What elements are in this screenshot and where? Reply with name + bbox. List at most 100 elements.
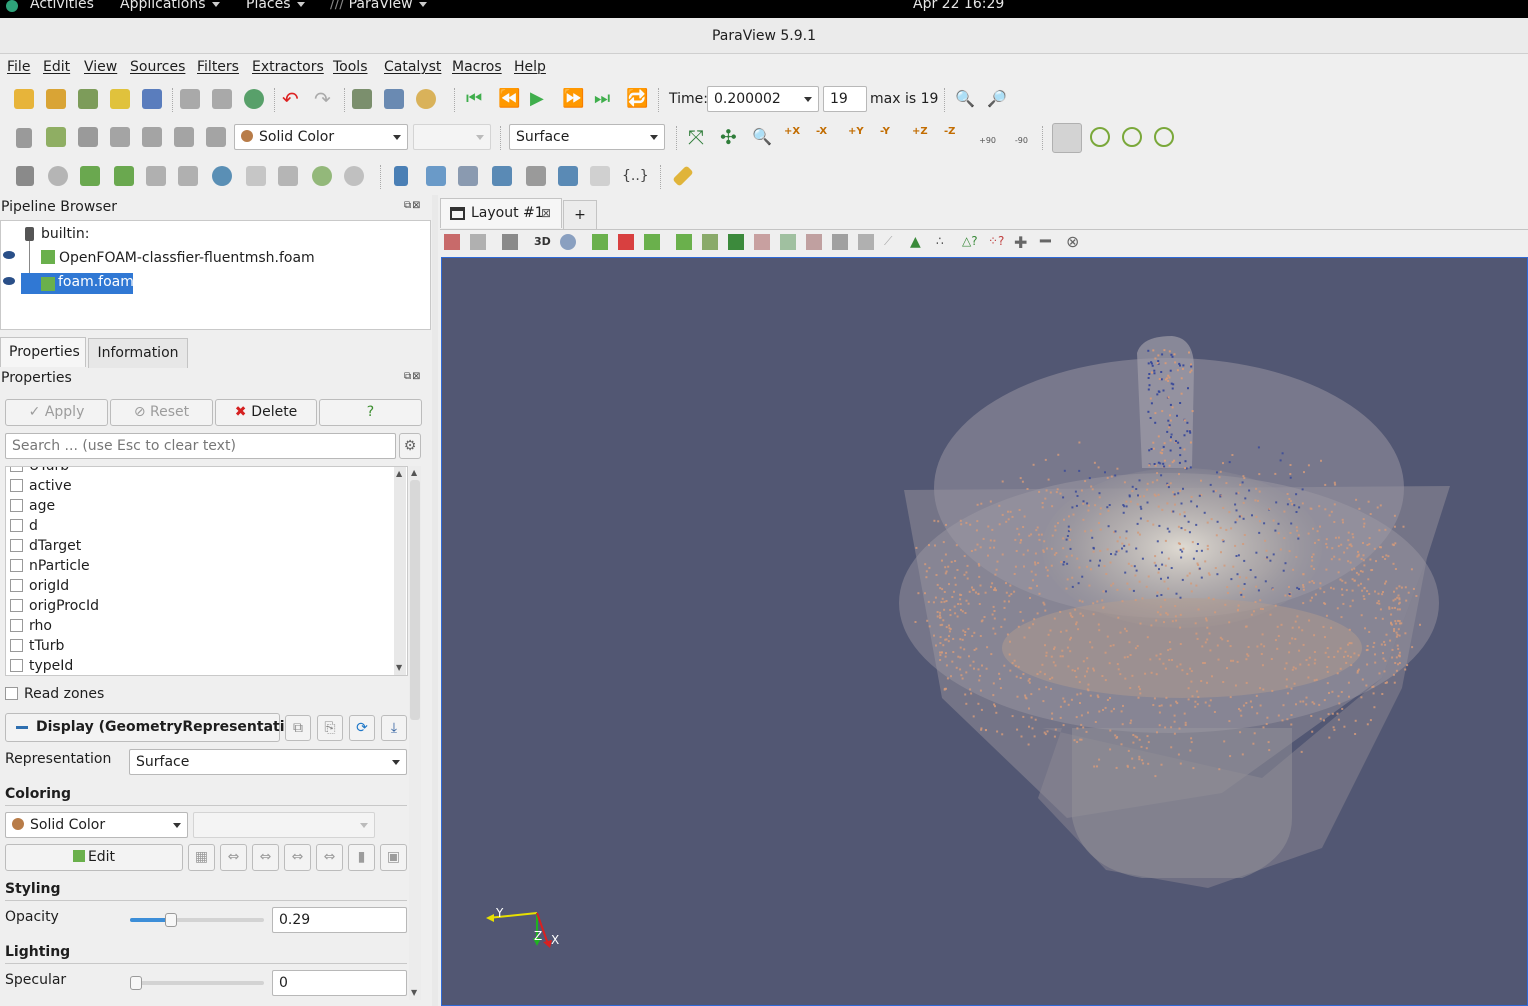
reset-camera-icon[interactable]: ⤧ [688, 127, 708, 147]
pick-center-icon[interactable] [1122, 127, 1142, 147]
hover-points-icon[interactable] [780, 234, 796, 250]
play-icon[interactable]: ▶ [530, 89, 550, 109]
help-button[interactable]: ? [319, 399, 422, 426]
grow-selection-icon[interactable] [832, 234, 848, 250]
list-item[interactable]: origId [10, 576, 69, 596]
extract-selection-icon[interactable]: ▲ [910, 234, 926, 250]
mesh-quality-icon[interactable] [590, 166, 610, 186]
coloring-combo[interactable]: Solid Color [234, 124, 408, 150]
display-section-toggle[interactable]: Display (GeometryRepresentation [5, 713, 304, 742]
view-minus-x-icon[interactable]: -X [816, 127, 836, 147]
copy-properties-icon[interactable]: ⧉ [285, 715, 311, 741]
add-layout-tab[interactable]: + [563, 200, 597, 230]
clip-icon[interactable] [80, 166, 100, 186]
rendered-geometry[interactable]: Y Z X [442, 258, 1528, 1006]
read-zones-checkbox[interactable]: Read zones [5, 686, 104, 702]
warp-by-vector-icon[interactable] [278, 166, 298, 186]
stream-tracer-icon[interactable] [246, 166, 266, 186]
clock[interactable]: Apr 22 16:29 [913, 0, 1004, 11]
pipeline-item-builtin[interactable]: builtin: [41, 226, 90, 242]
restore-defaults-icon[interactable]: ⟳ [349, 715, 375, 741]
glyph-icon[interactable] [212, 166, 232, 186]
view-minus-y-icon[interactable]: -Y [880, 127, 900, 147]
toggle-legend-icon[interactable]: ▦ [188, 844, 215, 871]
menu-tools[interactable]: Tools [333, 59, 368, 75]
python-script-icon[interactable]: {..} [622, 166, 649, 186]
split-vertical-icon[interactable] [470, 234, 486, 250]
edit-color-button[interactable]: Edit [5, 844, 183, 871]
tab-layout-1[interactable]: Layout #1 ⊠ [440, 198, 562, 228]
checkbox-icon[interactable] [10, 519, 23, 532]
view-minus-z-icon[interactable]: -Z [944, 127, 964, 147]
python-calculator-icon[interactable] [526, 166, 546, 186]
slice-icon[interactable] [114, 166, 134, 186]
list-item[interactable]: rho [10, 616, 52, 636]
remove-icon[interactable]: ━ [1040, 231, 1056, 252]
reset-button[interactable]: ⊘ Reset [110, 399, 213, 426]
zoom-to-data-icon[interactable]: 🔍 [955, 89, 975, 109]
representation-combo[interactable]: Surface [509, 124, 665, 150]
edit-color-map-icon[interactable] [46, 127, 66, 147]
shrink-selection-icon[interactable] [858, 234, 874, 250]
plot-data-over-time-icon[interactable] [492, 166, 512, 186]
auto-apply-icon[interactable] [244, 89, 264, 109]
time-value-combo[interactable]: 0.200002 [707, 86, 819, 112]
zoom-to-box-icon[interactable] [560, 234, 576, 250]
rotate-plus-90-icon[interactable]: +90 [976, 127, 996, 147]
checkbox-icon[interactable] [10, 659, 23, 672]
properties-dock-buttons[interactable]: ⧉⊠ [404, 371, 422, 382]
checkbox-icon[interactable] [10, 499, 23, 512]
extract-level-icon[interactable] [344, 166, 364, 186]
checkbox-icon[interactable] [10, 539, 23, 552]
applications-menu[interactable]: Applications [120, 0, 220, 11]
delete-button[interactable]: ✖ Delete [215, 399, 317, 426]
color-palette-icon[interactable] [416, 89, 436, 109]
coloring-select[interactable]: Solid Color [5, 812, 188, 838]
select-cells-frustum-icon[interactable] [644, 234, 660, 250]
zoom-to-box-icon[interactable]: 🔍 [752, 127, 772, 147]
clear-selection-icon[interactable]: ⟋ [884, 234, 900, 250]
rescale-custom-range-icon[interactable]: ⇔ [252, 844, 279, 871]
specular-slider[interactable] [130, 981, 264, 985]
toggle-color-legend-icon[interactable] [16, 128, 32, 148]
list-item[interactable]: nParticle [10, 556, 90, 576]
pipeline-item-openfoam[interactable]: OpenFOAM-classfier-fluentmsh.foam [59, 250, 315, 266]
view-plus-y-icon[interactable]: +Y [848, 127, 868, 147]
checkbox-icon[interactable] [10, 579, 23, 592]
select-points-on-icon[interactable] [618, 234, 634, 250]
scroll-thumb[interactable] [410, 480, 420, 720]
rescale-data-range-icon[interactable]: ⇔ [220, 844, 247, 871]
paste-properties-icon[interactable]: ⎘ [317, 715, 343, 741]
open-recent-icon[interactable] [46, 89, 66, 109]
calculator-icon[interactable] [16, 166, 34, 186]
activities-button[interactable]: Activities [30, 0, 94, 11]
time-step-spinbox[interactable]: 19 [823, 86, 867, 112]
representation-select[interactable]: Surface [129, 749, 407, 775]
close-tab-icon[interactable]: ⊠ [541, 199, 551, 227]
ruler-icon[interactable] [672, 165, 694, 187]
contour-icon[interactable] [48, 166, 68, 186]
list-item[interactable]: d [10, 516, 38, 536]
opacity-slider-handle[interactable] [165, 913, 178, 927]
checkbox-icon[interactable] [10, 599, 23, 612]
last-frame-icon[interactable]: ⏭ [594, 89, 614, 109]
interactive-select-icon[interactable] [754, 234, 770, 250]
previous-frame-icon[interactable]: ⏪ [498, 89, 520, 109]
plot-over-line-icon[interactable] [394, 166, 408, 186]
advanced-properties-gear-icon[interactable]: ⚙ [399, 433, 421, 459]
list-item[interactable]: UTurb [10, 467, 69, 476]
open-file-icon[interactable] [14, 89, 34, 109]
select-cells-on-icon[interactable] [592, 234, 608, 250]
center-axes-visibility-icon[interactable] [1090, 127, 1110, 147]
next-frame-icon[interactable]: ⏩ [562, 89, 584, 109]
save-defaults-icon[interactable]: ⤓ [381, 715, 407, 741]
checkbox-icon[interactable] [10, 559, 23, 572]
reset-camera-closest-icon[interactable]: ✣ [720, 127, 740, 147]
list-item[interactable]: dTarget [10, 536, 81, 556]
tab-information[interactable]: Information [88, 338, 188, 368]
component-combo[interactable] [413, 124, 491, 150]
menu-edit[interactable]: Edit [43, 59, 70, 75]
rescale-temporal-icon[interactable] [174, 127, 194, 147]
rescale-visible-range-icon[interactable]: ⇔ [316, 844, 343, 871]
disconnect-icon[interactable] [142, 89, 162, 109]
